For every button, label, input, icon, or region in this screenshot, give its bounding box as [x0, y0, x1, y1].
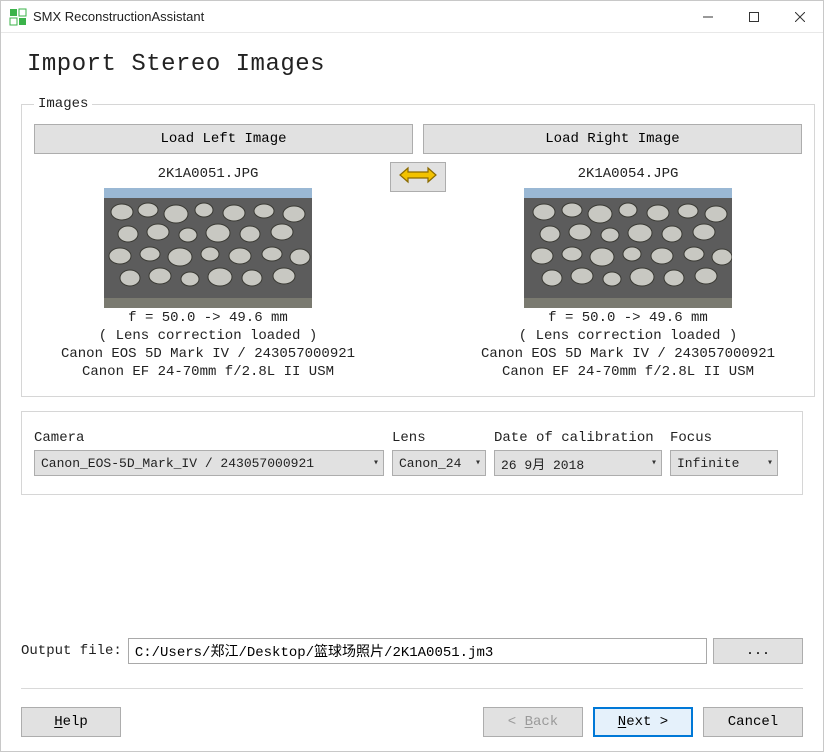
wizard-footer: Help < Back Next > Cancel	[1, 707, 823, 751]
output-file-label: Output file:	[21, 643, 122, 659]
content-area: Import Stereo Images Images Load Left Im…	[1, 33, 823, 707]
date-label: Date of calibration	[494, 430, 662, 446]
cancel-button[interactable]: Cancel	[703, 707, 803, 737]
left-lens: Canon EF 24-70mm f/2.8L II USM	[34, 364, 382, 380]
right-focal: f = 50.0 -> 49.6 mm	[454, 310, 802, 326]
close-button[interactable]	[777, 1, 823, 33]
camera-combo[interactable]: Canon_EOS-5D_Mark_IV / 243057000921	[34, 450, 384, 476]
help-text: elp	[63, 714, 88, 730]
left-focal: f = 50.0 -> 49.6 mm	[34, 310, 382, 326]
lens-combo[interactable]: Canon_24	[392, 450, 486, 476]
app-window: SMX ReconstructionAssistant Import Stere…	[0, 0, 824, 752]
camera-label: Camera	[34, 430, 384, 446]
date-combo[interactable]: 26 9月 2018	[494, 450, 662, 476]
images-legend: Images	[34, 96, 92, 112]
left-camera: Canon EOS 5D Mark IV / 243057000921	[34, 346, 382, 362]
left-filename: 2K1A0051.JPG	[34, 166, 382, 182]
left-lens-status: ( Lens correction loaded )	[34, 328, 382, 344]
titlebar: SMX ReconstructionAssistant	[1, 1, 823, 33]
right-image-thumbnail	[524, 188, 732, 308]
date-combo-value: 26 9月 2018	[501, 454, 584, 473]
window-title: SMX ReconstructionAssistant	[33, 9, 685, 24]
lens-combo-value: Canon_24	[399, 456, 461, 471]
right-image-panel: 2K1A0054.JPG	[454, 162, 802, 380]
right-lens-status: ( Lens correction loaded )	[454, 328, 802, 344]
focus-combo[interactable]: Infinite	[670, 450, 778, 476]
right-filename: 2K1A0054.JPG	[454, 166, 802, 182]
maximize-button[interactable]	[731, 1, 777, 33]
left-image-panel: 2K1A0051.JPG	[34, 162, 382, 380]
focus-label: Focus	[670, 430, 778, 446]
swap-images-button[interactable]	[390, 162, 446, 192]
calibration-group: Camera Canon_EOS-5D_Mark_IV / 2430570009…	[21, 411, 803, 495]
load-right-button[interactable]: Load Right Image	[423, 124, 802, 154]
load-left-button[interactable]: Load Left Image	[34, 124, 413, 154]
next-button[interactable]: Next >	[593, 707, 693, 737]
app-logo-icon	[9, 8, 27, 26]
back-button[interactable]: < Back	[483, 707, 583, 737]
focus-combo-value: Infinite	[677, 456, 739, 471]
images-group: Images Load Left Image Load Right Image …	[21, 96, 815, 397]
window-controls	[685, 1, 823, 33]
footer-divider	[21, 688, 803, 689]
output-file-input[interactable]	[128, 638, 707, 664]
right-lens: Canon EF 24-70mm f/2.8L II USM	[454, 364, 802, 380]
minimize-button[interactable]	[685, 1, 731, 33]
left-image-thumbnail	[104, 188, 312, 308]
help-button[interactable]: Help	[21, 707, 121, 737]
right-camera: Canon EOS 5D Mark IV / 243057000921	[454, 346, 802, 362]
swap-arrow-icon	[398, 164, 438, 190]
page-title: Import Stereo Images	[27, 51, 803, 78]
lens-label: Lens	[392, 430, 486, 446]
camera-combo-value: Canon_EOS-5D_Mark_IV / 243057000921	[41, 456, 314, 471]
browse-output-button[interactable]: ...	[713, 638, 803, 664]
